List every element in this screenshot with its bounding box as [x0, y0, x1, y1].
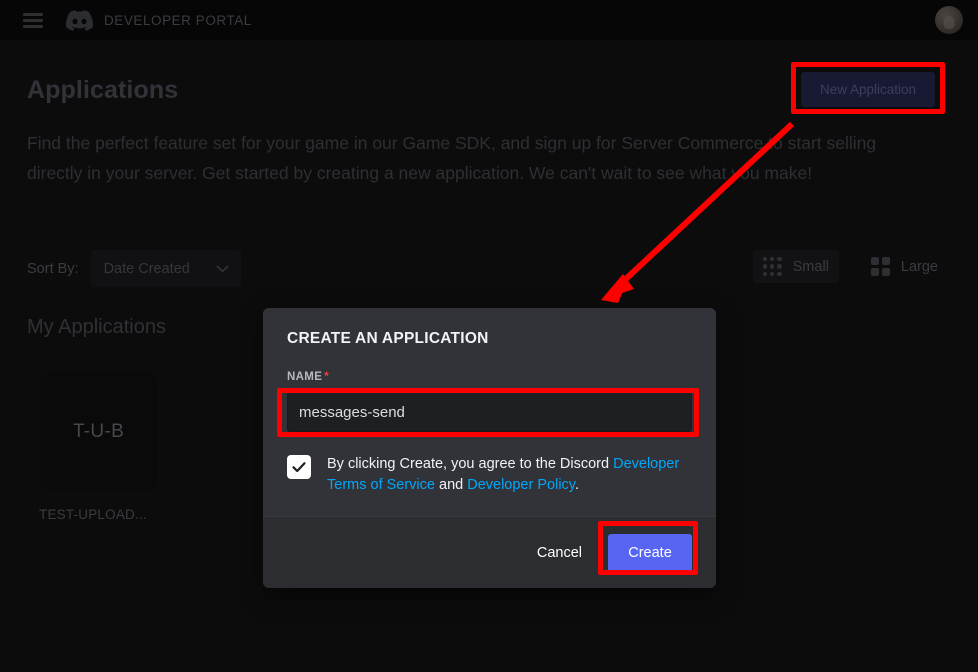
- developer-policy-link[interactable]: Developer Policy: [467, 477, 575, 493]
- required-asterisk: *: [324, 371, 330, 383]
- application-icon: T-U-B: [39, 372, 158, 491]
- create-application-modal: CREATE AN APPLICATION NAME* By clicking …: [263, 308, 716, 588]
- sort-by-label: Sort By:: [27, 260, 79, 277]
- terms-conjunction: and: [434, 477, 468, 493]
- dot-grid-icon: [762, 257, 782, 276]
- modal-body: CREATE AN APPLICATION NAME* By clicking …: [263, 308, 716, 516]
- modal-footer: Cancel Create: [263, 516, 716, 588]
- view-toggle-large[interactable]: Large: [861, 250, 948, 283]
- terms-prefix: By clicking Create, you agree to the Dis…: [327, 456, 614, 472]
- modal-title: CREATE AN APPLICATION: [287, 330, 489, 347]
- page-title: Applications: [27, 76, 179, 104]
- cancel-button[interactable]: Cancel: [531, 537, 588, 569]
- sort-by-value: Date Created: [103, 260, 190, 277]
- view-toggle-small[interactable]: Small: [752, 250, 839, 283]
- my-applications-heading: My Applications: [27, 316, 166, 338]
- sort-by-dropdown[interactable]: Date Created: [90, 250, 241, 287]
- square-grid-icon: [870, 257, 890, 276]
- name-input[interactable]: [287, 392, 692, 432]
- create-button[interactable]: Create: [608, 533, 692, 572]
- chevron-down-icon: [215, 265, 229, 272]
- view-toggle-large-label: Large: [900, 258, 938, 275]
- view-toggle-small-label: Small: [792, 258, 829, 275]
- sort-controls: Sort By: Date Created: [27, 250, 241, 287]
- user-avatar[interactable]: [935, 6, 963, 34]
- terms-agreement-row: By clicking Create, you agree to the Dis…: [287, 454, 692, 496]
- terms-suffix: .: [574, 477, 579, 493]
- terms-text: By clicking Create, you agree to the Dis…: [327, 454, 692, 496]
- view-size-toggles: Small Large: [752, 250, 948, 283]
- name-field-label: NAME *: [287, 371, 692, 383]
- brand-area[interactable]: DEVELOPER PORTAL: [66, 9, 252, 31]
- page-description: Find the perfect feature set for your ga…: [27, 133, 877, 183]
- checkmark-icon: [292, 462, 306, 473]
- terms-checkbox[interactable]: [287, 455, 311, 479]
- brand-title: DEVELOPER PORTAL: [104, 12, 252, 28]
- discord-logo-icon: [66, 9, 93, 31]
- top-navigation-bar: DEVELOPER PORTAL: [0, 0, 978, 40]
- hamburger-menu-icon[interactable]: [23, 12, 43, 28]
- application-card[interactable]: T-U-B TEST-UPLOAD...: [32, 372, 172, 522]
- name-label-text: NAME: [287, 371, 323, 383]
- application-initials: T-U-B: [72, 420, 125, 442]
- application-name: TEST-UPLOAD...: [39, 507, 147, 522]
- new-application-button[interactable]: New Application: [801, 72, 935, 107]
